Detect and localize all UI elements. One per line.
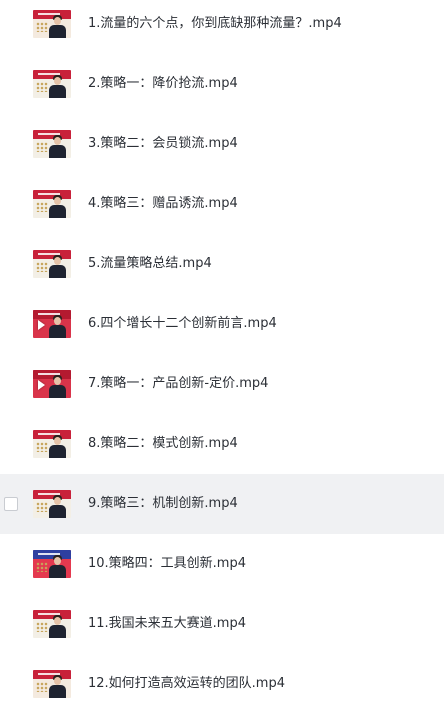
video-thumbnail-icon: [33, 370, 71, 398]
video-thumbnail-icon: [33, 430, 71, 458]
video-thumbnail-icon: [33, 70, 71, 98]
video-thumbnail-icon: [33, 10, 71, 38]
file-row[interactable]: 6.四个增长十二个创新前言.mp4: [0, 294, 444, 354]
file-row[interactable]: 8.策略二：模式创新.mp4: [0, 414, 444, 474]
file-list: 1.流量的六个点，你到底缺那种流量？.mp4 2.策略一：降价抢流.mp4 3.策略…: [0, 0, 444, 721]
file-name[interactable]: 4.策略三：赠品诱流.mp4: [88, 196, 238, 212]
file-row[interactable]: 7.策略一：产品创新-定价.mp4: [0, 354, 444, 414]
file-name[interactable]: 3.策略二：会员锁流.mp4: [88, 136, 238, 152]
file-row[interactable]: 5.流量策略总结.mp4: [0, 234, 444, 294]
file-name[interactable]: 9.策略三：机制创新.mp4: [88, 496, 238, 512]
file-name[interactable]: 1.流量的六个点，你到底缺那种流量？.mp4: [88, 16, 342, 32]
file-name[interactable]: 2.策略一：降价抢流.mp4: [88, 76, 238, 92]
video-thumbnail-icon: [33, 190, 71, 218]
play-icon: [38, 380, 45, 390]
video-thumbnail-icon: [33, 550, 71, 578]
video-thumbnail-icon: [33, 670, 71, 698]
video-thumbnail-icon: [33, 250, 71, 278]
row-checkbox[interactable]: [4, 497, 18, 511]
file-name[interactable]: 5.流量策略总结.mp4: [88, 256, 212, 272]
file-row[interactable]: 3.策略二：会员锁流.mp4: [0, 114, 444, 174]
file-name[interactable]: 11.我国未来五大赛道.mp4: [88, 616, 246, 632]
file-name[interactable]: 12.如何打造高效运转的团队.mp4: [88, 676, 285, 692]
file-row[interactable]: 4.策略三：赠品诱流.mp4: [0, 174, 444, 234]
file-row[interactable]: 1.流量的六个点，你到底缺那种流量？.mp4: [0, 0, 444, 54]
file-row[interactable]: 9.策略三：机制创新.mp4: [0, 474, 444, 534]
file-row[interactable]: 10.策略四：工具创新.mp4: [0, 534, 444, 594]
video-thumbnail-icon: [33, 490, 71, 518]
file-name[interactable]: 10.策略四：工具创新.mp4: [88, 556, 246, 572]
video-thumbnail-icon: [33, 310, 71, 338]
file-row[interactable]: 2.策略一：降价抢流.mp4: [0, 54, 444, 114]
file-name[interactable]: 7.策略一：产品创新-定价.mp4: [88, 376, 268, 392]
play-icon: [38, 320, 45, 330]
file-name[interactable]: 6.四个增长十二个创新前言.mp4: [88, 316, 277, 332]
file-row[interactable]: 12.如何打造高效运转的团队.mp4: [0, 654, 444, 714]
video-thumbnail-icon: [33, 610, 71, 638]
file-row[interactable]: 11.我国未来五大赛道.mp4: [0, 594, 444, 654]
video-thumbnail-icon: [33, 130, 71, 158]
file-name[interactable]: 8.策略二：模式创新.mp4: [88, 436, 238, 452]
